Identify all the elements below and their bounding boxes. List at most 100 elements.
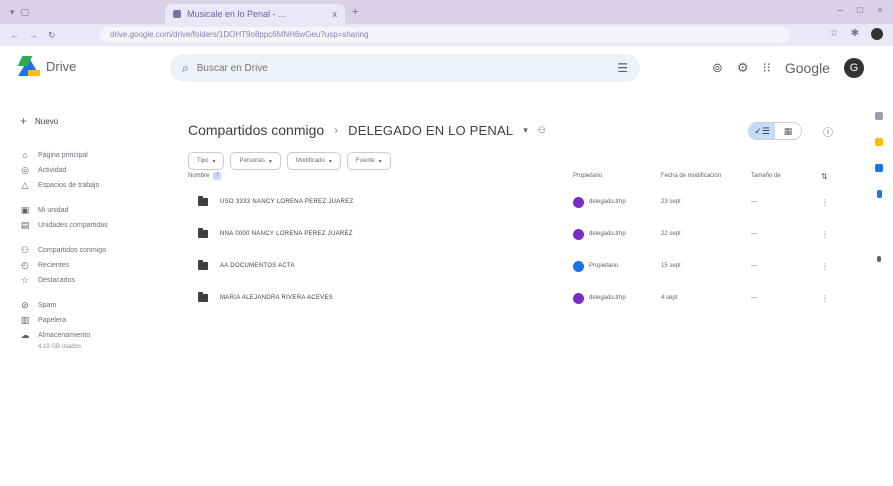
sidebar-item-label: Página principal	[38, 151, 88, 159]
user-avatar[interactable]: G	[843, 58, 864, 78]
chevron-down-icon: ▾	[328, 158, 332, 165]
side-panel	[868, 112, 890, 262]
home-icon: ⌂	[22, 150, 28, 160]
extensions-icon[interactable]: ✱	[851, 28, 859, 40]
search-icon[interactable]: ⌕	[182, 61, 189, 76]
search-options-icon[interactable]: ☰	[617, 61, 628, 75]
search-input[interactable]	[196, 62, 610, 74]
expand-panel-icon[interactable]	[877, 256, 881, 262]
more-actions-icon[interactable]: ⋮	[821, 294, 841, 303]
owner-name: delegado.trhp	[589, 199, 626, 205]
breadcrumb-separator: ›	[334, 123, 339, 137]
tab-title: Musicale en lo Penal - ...	[187, 9, 286, 19]
sidebar-item-trash[interactable]: ▥ Papelera	[20, 313, 170, 327]
sort-arrow-icon[interactable]: ↑	[213, 172, 222, 180]
sidebar-item-starred[interactable]: ☆ Destacados	[20, 273, 170, 287]
grid-view-icon[interactable]: ▦	[775, 123, 801, 139]
file-name-cell[interactable]: NNA 0000 NANCY LORENA PEREZ JUAREZ	[188, 228, 573, 238]
folder-name: USO 3333 NANCY LORENA PEREZ JUAREZ	[220, 199, 354, 205]
owner-avatar	[573, 292, 584, 304]
sidebar-item-spam[interactable]: ⊘ Spam	[20, 298, 170, 312]
sidebar-item-activity[interactable]: ◎ Actividad	[20, 163, 170, 177]
breadcrumb-current-folder[interactable]: DELEGADO EN LO PENAL	[348, 123, 513, 138]
bookmark-star-icon[interactable]: ☆	[830, 28, 839, 40]
file-name-cell[interactable]: AA DOCUMENTOS ACTA	[188, 260, 573, 270]
storage-icon: ☁	[20, 329, 30, 340]
maximize-icon[interactable]: □	[857, 5, 863, 16]
more-actions-icon[interactable]: ⋮	[821, 198, 841, 207]
back-icon[interactable]: ←	[10, 30, 19, 41]
shared-folder-icon	[198, 292, 208, 302]
tab-search-icon[interactable]: ▾	[10, 7, 15, 18]
sidebar-item-label: Papelera	[38, 316, 67, 324]
sidebar-item-storage[interactable]: ☁ Almacenamiento	[20, 328, 170, 342]
table-row[interactable]: USO 3333 NANCY LORENA PEREZ JUAREZ delega…	[188, 186, 850, 218]
sidebar-item-shared-drives[interactable]: ▤ Unidades compartidas	[20, 218, 170, 232]
shared-people-icon[interactable]: ⚇	[538, 125, 546, 136]
folder-name: AA DOCUMENTOS ACTA	[220, 263, 295, 269]
size-cell: —	[751, 199, 757, 205]
folder-menu-chevron-icon[interactable]: ▾	[523, 125, 528, 136]
table-row[interactable]: AA DOCUMENTOS ACTA Propietario 15 sept — ⋮	[188, 250, 850, 282]
column-name-label: Nombre	[188, 173, 210, 179]
reload-icon[interactable]: ↻	[48, 30, 56, 41]
modified-cell: 4 sept	[661, 295, 678, 301]
app-name: Drive	[46, 58, 77, 74]
tab-close-icon[interactable]: x	[333, 9, 338, 19]
column-size[interactable]: Tamaño de	[751, 173, 821, 179]
column-owner[interactable]: Propietario	[573, 173, 661, 179]
search-bar[interactable]: ⌕ ☰	[170, 54, 640, 82]
apps-grid-icon[interactable]: ⁝⁝	[763, 60, 771, 76]
sidebar-item-workspaces[interactable]: △ Espacios de trabajo	[20, 178, 170, 192]
sidebar: + Nuevo ⌂ Página principal ◎ Actividad △ Espa…	[20, 110, 170, 350]
column-modified[interactable]: Fecha de modificación	[661, 173, 751, 179]
folder-name: NNA 0000 NANCY LORENA PEREZ JUAREZ	[220, 231, 353, 237]
details-info-icon[interactable]: ⓘ	[823, 124, 833, 139]
table-row[interactable]: NNA 0000 NANCY LORENA PEREZ JUAREZ delega…	[188, 218, 850, 250]
sidebar-item-shared-with-me[interactable]: ⚇ Compartidos conmigo	[20, 243, 170, 257]
google-account-label[interactable]: Google	[785, 60, 830, 76]
calendar-icon[interactable]	[875, 112, 883, 120]
table-row[interactable]: MARIA ALEJANDRA RIVERA ACEVES delegado.tr…	[188, 282, 850, 314]
window-controls: – □ ×	[838, 5, 883, 16]
breadcrumb-root[interactable]: Compartidos conmigo	[188, 122, 324, 138]
file-name-cell[interactable]: USO 3333 NANCY LORENA PEREZ JUAREZ	[188, 196, 573, 206]
tasks-icon[interactable]	[875, 164, 883, 172]
chevron-down-icon: ▾	[378, 158, 382, 165]
tab-strip-controls: ▾ ▢	[0, 7, 60, 18]
browser-profile-avatar[interactable]	[871, 28, 883, 40]
new-tab-button[interactable]: +	[352, 6, 358, 18]
forward-icon[interactable]: →	[29, 30, 38, 41]
new-button[interactable]: + Nuevo	[20, 110, 170, 132]
sort-options-icon[interactable]: ⇅	[821, 172, 841, 181]
folder-name: MARIA ALEJANDRA RIVERA ACEVES	[220, 295, 334, 301]
sidebar-item-my-drive[interactable]: ▣ Mi unidad	[20, 203, 170, 217]
sidebar-item-recent[interactable]: ◴ Recientes	[20, 258, 170, 272]
window-close-icon[interactable]: ×	[877, 5, 883, 16]
activity-icon: ◎	[21, 164, 29, 175]
shared-with-me-icon: ⚇	[20, 244, 30, 255]
owner-avatar	[573, 260, 584, 272]
list-view-icon[interactable]: ✓☰	[749, 123, 775, 139]
starred-icon: ☆	[20, 274, 30, 285]
url-field[interactable]: drive.google.com/drive/folders/1DOHT9o8p…	[100, 27, 790, 43]
support-icon[interactable]: ⊚	[712, 60, 723, 76]
column-name[interactable]: Nombre ↑	[188, 172, 573, 180]
more-actions-icon[interactable]: ⋮	[821, 262, 841, 271]
tab-list-icon[interactable]: ▢	[21, 7, 30, 18]
keep-icon[interactable]	[875, 138, 883, 146]
owner-avatar	[573, 196, 584, 208]
contacts-icon[interactable]	[876, 190, 882, 198]
sidebar-item-home[interactable]: ⌂ Página principal	[20, 148, 170, 162]
workspaces-icon: △	[21, 179, 29, 190]
minimize-icon[interactable]: –	[838, 5, 844, 16]
shared-drives-icon: ▤	[20, 219, 30, 230]
file-name-cell[interactable]: MARIA ALEJANDRA RIVERA ACEVES	[188, 292, 573, 302]
more-actions-icon[interactable]: ⋮	[821, 230, 841, 239]
modified-cell: 22 sept	[661, 231, 681, 237]
recent-icon: ◴	[21, 259, 29, 270]
browser-tab[interactable]: Musicale en lo Penal - ... x	[165, 4, 345, 24]
drive-logo[interactable]: Drive	[17, 56, 77, 76]
size-cell: —	[751, 295, 757, 301]
settings-gear-icon[interactable]: ⚙	[737, 60, 749, 76]
